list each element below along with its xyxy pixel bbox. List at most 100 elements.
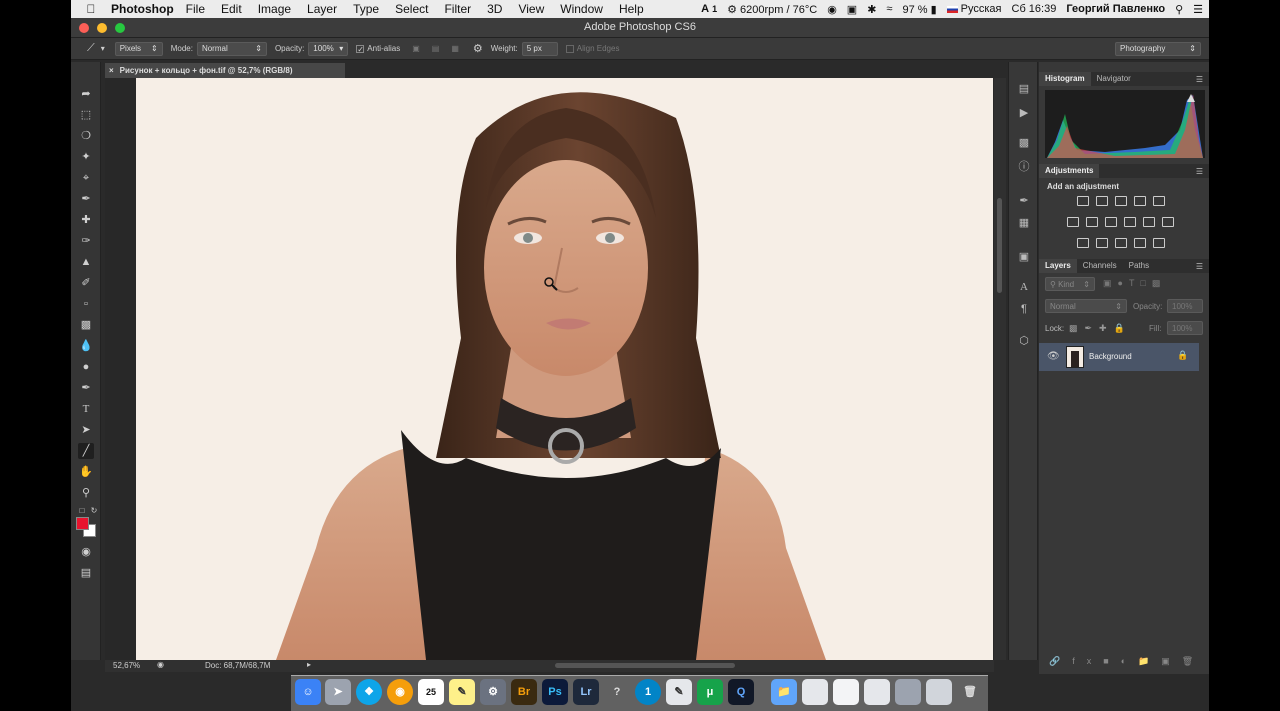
menu-view[interactable]: View [518,2,544,16]
screen-mode-icon[interactable]: ▤ [78,565,94,581]
lightroom-icon[interactable]: Lr [573,679,599,705]
layer-opacity-input[interactable]: 100% [1167,299,1203,313]
eraser-tool-icon[interactable]: ▫ [78,296,94,312]
quicktime-icon[interactable]: Q [728,679,754,705]
healing-brush-tool-icon[interactable]: ✚ [78,212,94,228]
tool-presets-icon[interactable]: ▦ [1017,216,1031,230]
layer-filter-kind[interactable]: ⚲ Kind ⇕ [1045,277,1095,291]
zoom-level[interactable]: 52,67% [113,661,140,670]
foreground-color-swatch[interactable] [76,517,89,530]
brush-presets-icon[interactable]: ▩ [1017,136,1031,150]
apple-icon[interactable]:  [81,2,101,16]
path-ops-icon[interactable]: ▣ [412,44,420,53]
threshold-icon[interactable] [1115,238,1127,248]
bridge-icon[interactable]: Br [511,679,537,705]
panel-menu-icon[interactable]: ☰ [1196,75,1203,84]
user-name[interactable]: Георгий Павленко [1066,3,1165,15]
notification-icon[interactable]: ☰ [1193,3,1203,16]
wifi-icon[interactable]: ≈ [886,3,892,15]
line-tool-preset-icon[interactable]: ⟋ [87,42,95,55]
finder-icon[interactable]: ☺ [295,679,321,705]
tab-navigator[interactable]: Navigator [1091,72,1137,86]
tab-channels[interactable]: Channels [1077,259,1123,273]
opacity-input[interactable]: 100% ▾ [308,41,349,56]
menu-layer[interactable]: Layer [307,2,337,16]
folder-icon[interactable]: 📁 [771,679,797,705]
black-white-icon[interactable] [1105,217,1117,227]
menu-edit[interactable]: Edit [221,2,242,16]
layers-footer-icons[interactable]: 🔗fx■◐📁▣🗑 [1039,656,1209,670]
eyedropper-tool-icon[interactable]: ✒ [78,191,94,207]
workspace-select[interactable]: Photography ⇕ [1115,41,1201,56]
tab-layers[interactable]: Layers [1039,259,1077,273]
photoshop-icon[interactable]: Ps [542,679,568,705]
crop-tool-icon[interactable]: ⌖ [78,170,94,186]
visibility-eye-icon[interactable]: 👁 [1047,351,1060,362]
actions-panel-icon[interactable]: ▶ [1017,106,1031,120]
app-menu[interactable]: Photoshop [111,2,174,16]
3d-panel-icon[interactable]: ⬡ [1017,334,1031,348]
panel-menu-icon[interactable]: ☰ [1196,167,1203,176]
weight-input[interactable]: 5 px [521,41,558,56]
menu-3d[interactable]: 3D [487,2,502,16]
safari-icon[interactable]: ❖ [356,679,382,705]
notes-icon[interactable]: ✎ [449,679,475,705]
document-stack-icon[interactable] [926,679,952,705]
panel-menu-icon[interactable]: ☰ [1196,262,1203,271]
blend-mode-select[interactable]: Normal ⇕ [196,41,267,56]
hand-tool-icon[interactable]: ✋ [78,464,94,480]
menu-help[interactable]: Help [619,2,644,16]
bluetooth-icon[interactable]: ✱ [867,3,876,16]
spotlight-icon[interactable]: ⚲ [1175,3,1183,16]
character-panel-icon[interactable]: A [1017,280,1031,294]
lasso-tool-icon[interactable]: ❍ [78,128,94,144]
calendar-icon[interactable]: 25 [418,679,444,705]
pen-tool-icon[interactable]: ✒ [78,380,94,396]
history-brush-tool-icon[interactable]: ✐ [78,275,94,291]
color-balance-icon[interactable] [1086,217,1098,227]
path-align-icon[interactable]: ▤ [432,44,440,53]
antialias-checkbox[interactable]: ✓ Anti-alias [356,44,400,53]
menu-type[interactable]: Type [353,2,379,16]
canvas[interactable] [136,78,993,660]
preview-icon[interactable]: ✎ [666,679,692,705]
selective-color-icon[interactable] [1153,238,1165,248]
fan-status[interactable]: ⚙ 6200rpm / 76°C [727,3,817,16]
document-tab[interactable]: × Рисунок + кольцо + фон.tif @ 52,7% (RGB… [105,63,345,78]
move-tool-icon[interactable]: ➦ [78,86,94,102]
gradient-map-icon[interactable] [1134,238,1146,248]
layer-row-background[interactable]: 👁 Background 🔒 [1039,343,1199,371]
brush-tool-icon[interactable]: ✑ [78,233,94,249]
onepassword-icon[interactable]: 1 [635,679,661,705]
curves-icon[interactable] [1115,196,1127,206]
type-tool-icon[interactable]: T [78,401,94,417]
exposure-icon[interactable] [1134,196,1146,206]
photo-filter-icon[interactable] [1124,217,1136,227]
menu-file[interactable]: File [186,2,205,16]
layer-comps-icon[interactable]: ▣ [1017,250,1031,264]
line-tool-icon[interactable]: ╱ [78,443,94,459]
path-selection-tool-icon[interactable]: ➤ [78,422,94,438]
status-menu-arrow-icon[interactable]: ▸ [307,660,311,669]
blur-tool-icon[interactable]: 💧 [78,338,94,354]
layer-blend-mode-select[interactable]: Normal ⇕ [1045,299,1127,313]
document-stack-icon[interactable] [895,679,921,705]
quick-mask-icon[interactable]: ◉ [78,544,94,560]
tab-adjustments[interactable]: Adjustments [1039,164,1100,178]
battery-status[interactable]: 97 % ▮ [902,3,936,16]
status-info-icon[interactable]: ◉ [157,660,164,669]
channel-mixer-icon[interactable] [1143,217,1155,227]
sync-icon[interactable]: ◉ [827,3,837,16]
input-language[interactable]: Русская [946,3,1002,15]
menu-image[interactable]: Image [258,2,291,16]
levels-icon[interactable] [1096,196,1108,206]
path-arrange-icon[interactable]: ▦ [451,44,459,53]
paragraph-panel-icon[interactable]: ¶ [1017,302,1031,316]
close-tab-icon[interactable]: × [109,66,114,75]
settings-gear-icon[interactable]: ⚙ [473,42,483,55]
hue-saturation-icon[interactable] [1067,217,1079,227]
preset-dropdown-icon[interactable]: ▾ [101,44,105,53]
tab-histogram[interactable]: Histogram [1039,72,1091,86]
menu-filter[interactable]: Filter [444,2,471,16]
tool-mode-select[interactable]: Pixels ⇕ [114,41,163,56]
